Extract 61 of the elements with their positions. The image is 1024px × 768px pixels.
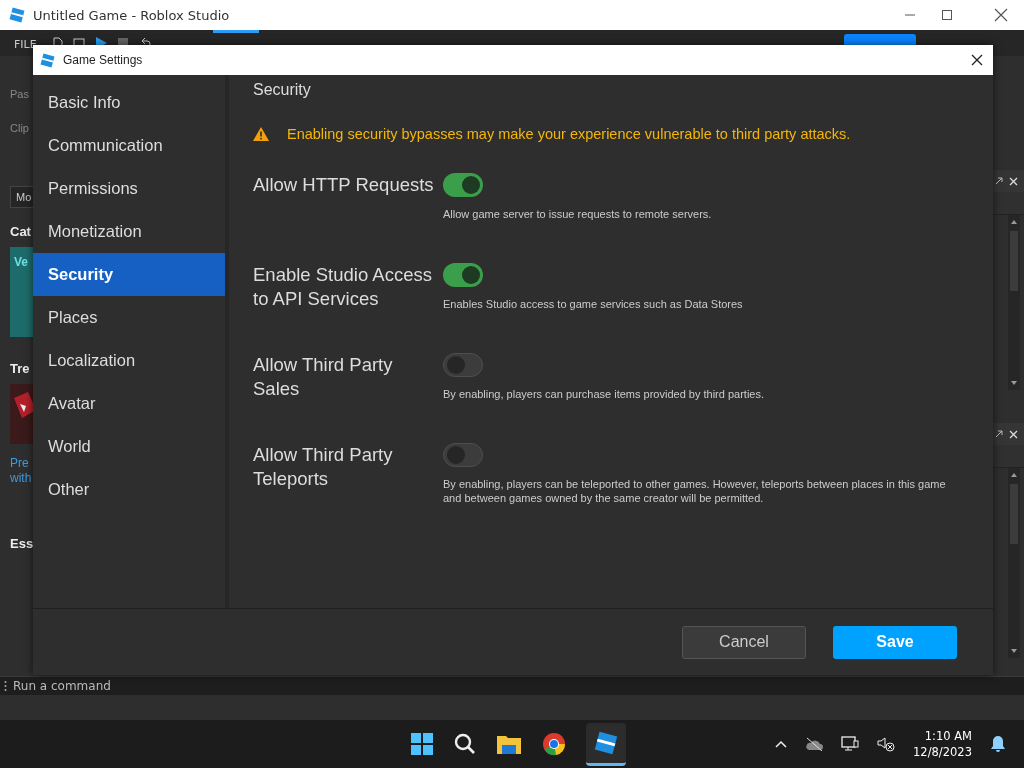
section-heading: Cat [10, 224, 31, 239]
link-text[interactable]: with [10, 471, 32, 486]
ribbon-label: Pas [10, 88, 29, 100]
window-title: Untitled Game - Roblox Studio [33, 7, 230, 23]
dialog-title: Game Settings [63, 53, 143, 67]
toggle-switch[interactable] [443, 173, 483, 197]
section-heading: Tre [10, 361, 30, 376]
nav-item[interactable]: Communication [33, 124, 225, 167]
thumbnail-icon [10, 384, 33, 444]
setting-label: Allow Third Party Teleports [253, 443, 394, 491]
search-icon[interactable] [454, 733, 476, 755]
nav-item[interactable]: Basic Info [33, 81, 225, 124]
warning-text: Enabling security bypasses may make your experience vulnerable to third party attacks. [287, 126, 851, 142]
scrollbar-icon[interactable] [1008, 215, 1020, 390]
nav-item[interactable]: Security [33, 253, 225, 296]
warning-icon [253, 127, 269, 141]
nav-item[interactable]: Monetization [33, 210, 225, 253]
cancel-button[interactable]: Cancel [682, 625, 806, 659]
nav-item[interactable]: Avatar [33, 382, 225, 425]
ribbon-label: Clip [10, 122, 29, 134]
chevron-up-icon[interactable] [775, 740, 788, 748]
app-logo-icon [40, 52, 55, 68]
close-icon[interactable] [994, 8, 1008, 22]
template-card[interactable]: Ve [10, 247, 33, 337]
toggle-switch[interactable] [443, 353, 483, 377]
clock-time[interactable]: 1:10 AM [924, 728, 972, 744]
speaker-muted-icon[interactable] [877, 736, 896, 752]
maximize-icon[interactable] [941, 9, 953, 21]
setting-description: Allow game server to issue requests to remote servers. [443, 207, 713, 221]
browser-icon[interactable] [542, 732, 566, 756]
roblox-studio-icon [594, 730, 618, 755]
pin-icon[interactable] [995, 177, 1003, 185]
setting-description: By enabling, players can purchase items provided by third parties. [443, 387, 765, 401]
toggle-switch[interactable] [443, 443, 483, 467]
scrollbar-icon[interactable] [1008, 468, 1020, 658]
grip-icon [4, 680, 7, 692]
tab-indicator [212, 30, 259, 33]
pin-icon[interactable] [995, 430, 1003, 438]
nav-item[interactable]: Localization [33, 339, 225, 382]
dropdown-field[interactable]: Mo [10, 186, 33, 208]
bell-icon[interactable] [990, 735, 1006, 753]
toggle-switch[interactable] [443, 263, 483, 287]
setting-label: Allow HTTP Requests [253, 173, 435, 197]
close-icon[interactable] [971, 54, 983, 66]
setting-description: Enables Studio access to game services such as Data Stores [443, 297, 744, 311]
cloud-icon[interactable] [805, 737, 824, 751]
nav-item[interactable]: Permissions [33, 167, 225, 210]
setting-description: By enabling, players can be teleported to other games. However, teleports between places in this game and between games owned by the same creator will be permitted. [443, 477, 947, 505]
nav-item[interactable]: World [33, 425, 225, 468]
nav-item[interactable]: Places [33, 296, 225, 339]
section-heading: Ess [10, 536, 33, 551]
start-icon[interactable] [410, 732, 434, 756]
setting-label: Enable Studio Access to API Services [253, 263, 433, 311]
setting-label: Allow Third Party Sales [253, 353, 394, 401]
link-text[interactable]: Pre [10, 456, 29, 471]
folder-icon[interactable] [496, 733, 522, 755]
section-title: Security [253, 81, 312, 99]
nav-item[interactable]: Other [33, 468, 225, 511]
network-icon[interactable] [841, 736, 860, 752]
clock-date[interactable]: 12/8/2023 [913, 744, 972, 760]
app-logo-icon [9, 7, 25, 23]
